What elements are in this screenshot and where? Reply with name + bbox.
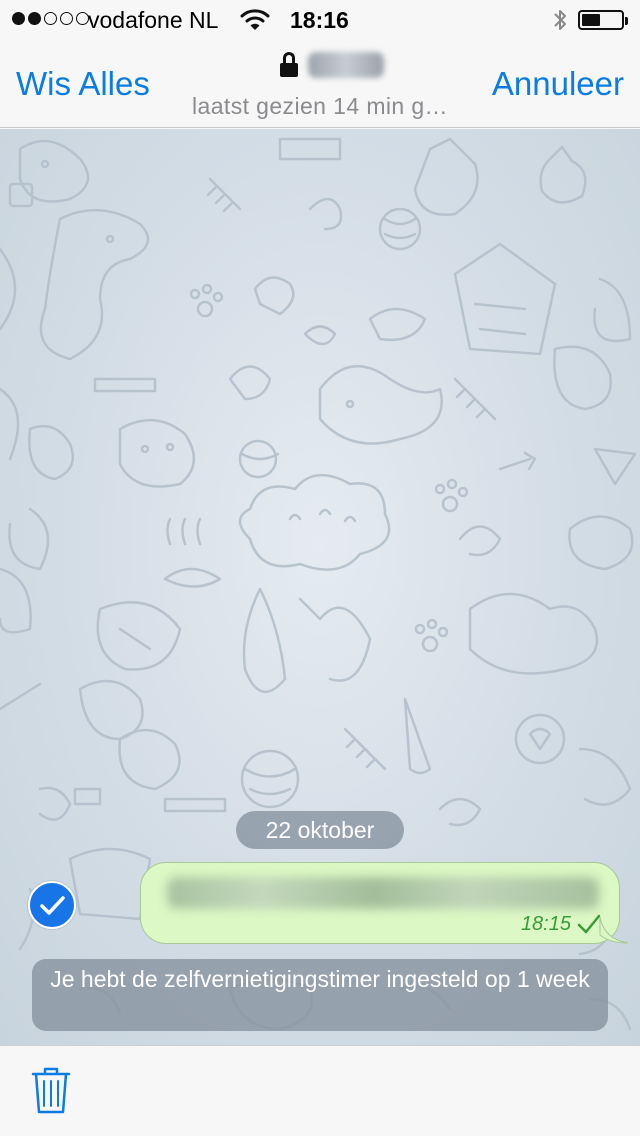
carrier-name: vodafone NL: [88, 7, 219, 33]
lock-icon: [280, 52, 298, 78]
bubble-tail: [599, 917, 629, 944]
bottom-toolbar: [0, 1045, 640, 1136]
message-time: 18:15: [520, 913, 571, 935]
bluetooth-icon: [552, 8, 568, 37]
navigation-bar: Wis Alles laatst gezien 14 min g… Annule…: [0, 40, 640, 128]
checkmark-icon: [40, 896, 65, 915]
self-destruct-timer-notice: Je hebt de zelfvernietigingstimer ingest…: [32, 959, 608, 1031]
date-separator: 22 oktober: [236, 811, 404, 849]
clock: 18:16: [290, 7, 349, 33]
cancel-button[interactable]: Annuleer: [492, 65, 624, 103]
chat-title[interactable]: [280, 52, 384, 78]
status-bar: vodafone NL 18:16: [0, 0, 640, 40]
message-select-checkbox[interactable]: [28, 881, 76, 929]
signal-strength-icon: [12, 12, 89, 25]
message-text-redacted: [167, 877, 599, 909]
chat-area[interactable]: 22 oktober 18:15 Je hebt de zelfvernieti…: [0, 129, 640, 1045]
contact-name-redacted: [308, 52, 384, 78]
outgoing-message-bubble[interactable]: 18:15: [140, 862, 620, 944]
trash-icon[interactable]: [30, 1066, 72, 1121]
battery-icon: [578, 10, 628, 30]
wifi-icon: [240, 9, 270, 36]
